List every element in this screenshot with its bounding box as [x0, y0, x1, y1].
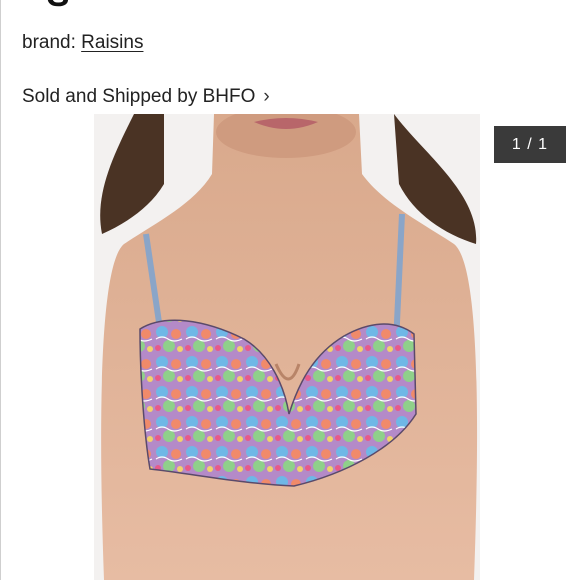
- brand-link[interactable]: Raisins: [81, 32, 143, 53]
- listing-title-fragment: - S: [22, 0, 71, 15]
- page-left-border: [0, 0, 1, 580]
- seller-link[interactable]: Sold and Shipped by BHFO ›: [22, 86, 270, 108]
- image-counter: 1 / 1: [494, 126, 566, 163]
- product-photo: [94, 114, 480, 580]
- brand-row: brand: Raisins: [22, 32, 143, 54]
- brand-label: brand:: [22, 32, 82, 53]
- chevron-right-icon: ›: [263, 86, 270, 107]
- seller-text: Sold and Shipped by BHFO: [22, 86, 256, 107]
- product-image[interactable]: [94, 114, 480, 580]
